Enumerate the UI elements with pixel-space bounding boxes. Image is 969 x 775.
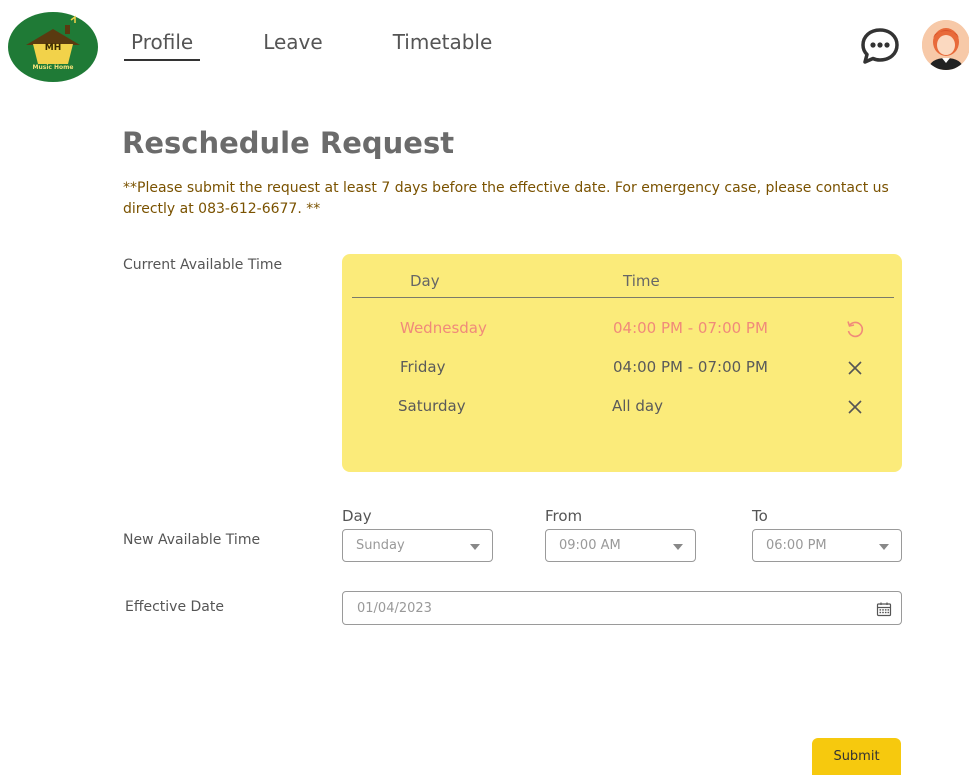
row-time: All day [612,397,663,415]
row-day: Friday [400,358,446,376]
row-time: 04:00 PM - 07:00 PM [613,319,768,337]
new-time-label: New Available Time [123,532,261,548]
close-icon[interactable] [844,357,866,379]
current-schedule-panel: Day Time Wednesday 04:00 PM - 07:00 PM F… [342,254,902,472]
from-select[interactable]: 09:00 AM [545,529,696,562]
to-select-value: 06:00 PM [766,538,827,553]
nav-leave[interactable]: Leave [256,30,330,61]
calendar-icon[interactable] [876,601,892,617]
row-time: 04:00 PM - 07:00 PM [613,358,768,376]
row-day: Saturday [398,397,466,415]
effective-date-value: 01/04/2023 [357,601,432,616]
to-select[interactable]: 06:00 PM [752,529,902,562]
logo-text: Music Home [32,64,74,71]
schedule-header: Day Time [352,270,894,298]
submit-button[interactable]: Submit [812,738,901,775]
day-select-value: Sunday [356,538,405,553]
effective-date-label: Effective Date [125,599,224,615]
chevron-down-icon [470,544,480,550]
schedule-row: Friday 04:00 PM - 07:00 PM [342,358,902,382]
page-title: Reschedule Request [122,126,455,160]
chevron-down-icon [673,544,683,550]
main-nav: Profile Leave Timetable [124,30,555,61]
day-select[interactable]: Sunday [342,529,493,562]
avatar[interactable] [922,20,969,70]
close-icon[interactable] [844,396,866,418]
notice-text: **Please submit the request at least 7 d… [123,180,889,217]
header-day: Day [410,272,440,290]
nav-timetable[interactable]: Timetable [386,30,500,61]
to-label: To [752,507,768,525]
row-day: Wednesday [400,319,487,337]
current-time-label: Current Available Time [123,257,283,273]
from-label: From [545,507,583,525]
schedule-row: Saturday All day [342,397,902,421]
logo[interactable]: MH Music Home [8,12,98,82]
nav-profile[interactable]: Profile [124,30,201,61]
from-select-value: 09:00 AM [559,538,621,553]
undo-icon[interactable] [844,318,866,340]
chevron-down-icon [879,544,889,550]
effective-date-field[interactable]: 01/04/2023 [342,591,902,625]
avatar-illustration [922,20,969,70]
schedule-row: Wednesday 04:00 PM - 07:00 PM [342,319,902,343]
chat-bubble-icon[interactable] [860,26,900,66]
header-time: Time [623,272,660,290]
day-label: Day [342,507,372,525]
logo-initials: MH [44,43,62,53]
